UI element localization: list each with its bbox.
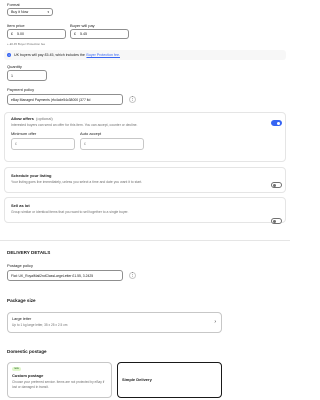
lot-title: Sell as lot [11, 203, 30, 208]
min-offer-currency: £ [15, 142, 17, 146]
custom-postage-title: Custom postage [12, 373, 44, 378]
package-heading: Package size [7, 298, 36, 303]
allow-offers-toggle[interactable] [271, 120, 282, 126]
buyer-pay-currency: £ [74, 32, 76, 36]
item-price-label: Item price [7, 23, 25, 28]
buyer-protection-link[interactable]: Buyer Protection fee. [86, 53, 120, 57]
min-offer-input[interactable]: £ [11, 138, 75, 150]
chevron-down-icon: ▾ [47, 10, 49, 14]
payment-policy-select[interactable]: eBay Managed Payments (rfo4cde54c38000 (… [7, 94, 123, 105]
item-price-value: 5.00 [17, 32, 24, 36]
quantity-label: Quantity [7, 64, 22, 69]
allow-offers-title: Allow offers [11, 116, 34, 121]
package-option[interactable]: Large letter Up to 1 kg large letter, 35… [7, 312, 222, 333]
custom-postage-option[interactable]: new Custom postage Choose your preferred… [7, 362, 112, 398]
postage-policy-value: Flat: UK_RoyalMail2ndClassLargeLetter £1… [11, 273, 94, 278]
domestic-heading: Domestic postage [7, 349, 47, 354]
package-option-title: Large letter [12, 317, 32, 321]
protection-note: + £0.45 Buyer Protection fee [7, 42, 46, 46]
info-banner: i UK buyers will pay £5.45, which includ… [4, 50, 286, 60]
quantity-input[interactable]: 1 [7, 70, 47, 81]
auto-accept-currency: £ [84, 142, 86, 146]
postage-policy-select[interactable]: Flat: UK_RoyalMail2ndClassLargeLetter £1… [7, 270, 123, 281]
buyer-pay-input[interactable]: £ 5.45 [70, 29, 129, 39]
schedule-title: Schedule your listing [11, 173, 52, 178]
allow-offers-optional: (optional) [36, 116, 53, 121]
simple-delivery-title: Simple Delivery [122, 377, 152, 382]
info-banner-text: UK buyers will pay £5.45, which includes… [14, 53, 85, 57]
buyer-pay-value: 5.45 [80, 32, 87, 36]
postage-policy-more-button[interactable]: ⋮ [129, 272, 136, 279]
format-value: Buy it Now [11, 10, 29, 14]
chevron-right-icon: › [214, 319, 216, 325]
payment-policy-more-button[interactable]: ⋮ [129, 96, 136, 103]
payment-policy-value: eBay Managed Payments (rfo4cde54c38000 (… [11, 97, 91, 102]
format-select[interactable]: Buy it Now ▾ [7, 8, 53, 16]
more-vertical-icon: ⋮ [130, 272, 135, 278]
payment-policy-label: Payment policy [7, 87, 35, 92]
new-badge: new [12, 367, 21, 371]
item-price-input[interactable]: £ 5.00 [7, 29, 66, 39]
lot-description: Group similar or identical items that yo… [11, 210, 129, 214]
buyer-pay-label: Buyer will pay [70, 23, 95, 28]
auto-accept-label: Auto accept [80, 131, 102, 136]
package-option-desc: Up to 1 kg large letter, 35 x 25 x 2.5 c… [12, 323, 68, 327]
section-divider [0, 240, 290, 241]
info-icon: i [7, 53, 11, 57]
schedule-description: Your listing goes live immediately, unle… [11, 180, 143, 184]
allow-offers-title-row: Allow offers (optional) [11, 116, 53, 121]
schedule-toggle[interactable] [271, 182, 282, 188]
more-vertical-icon: ⋮ [130, 96, 135, 102]
custom-postage-desc: Choose your preferred service. Items are… [12, 380, 105, 389]
delivery-heading: DELIVERY DETAILS [7, 250, 51, 255]
quantity-value: 1 [11, 73, 13, 78]
simple-delivery-option[interactable]: Simple Delivery [117, 362, 222, 398]
allow-offers-description: Interested buyers can send an offer for … [11, 123, 138, 127]
postage-policy-label: Postage policy [7, 263, 34, 268]
auto-accept-input[interactable]: £ [80, 138, 144, 150]
item-price-currency: £ [11, 32, 13, 36]
min-offer-label: Minimum offer [11, 131, 37, 136]
lot-toggle[interactable] [271, 218, 282, 224]
format-label: Format [7, 2, 20, 7]
